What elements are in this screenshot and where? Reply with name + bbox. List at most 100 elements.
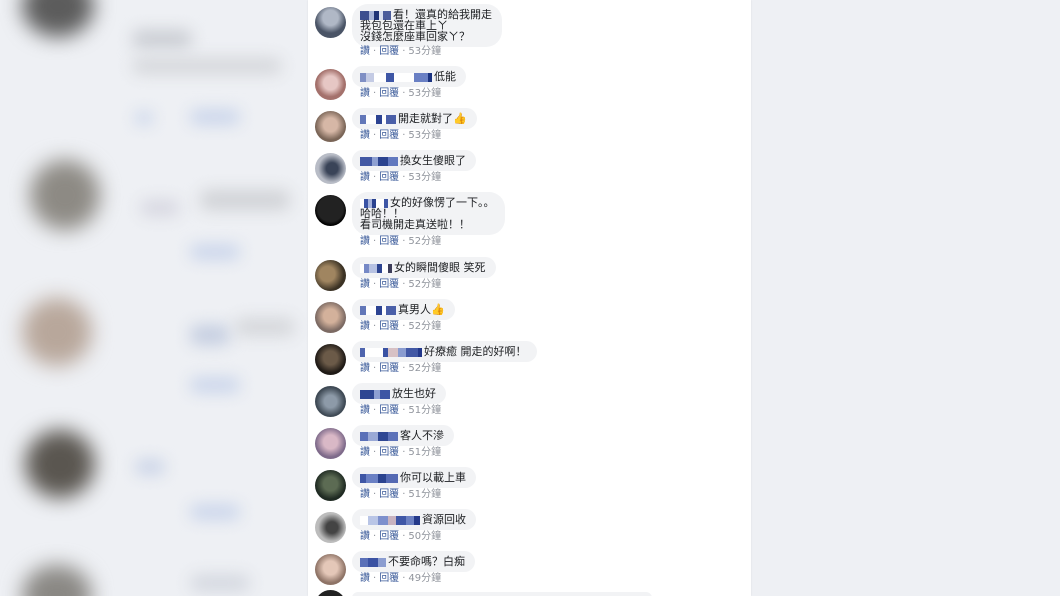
- reply-link[interactable]: 回覆: [379, 531, 399, 542]
- comment-bubble: 不要命嗎？白痴: [352, 551, 475, 572]
- timestamp[interactable]: 49分鐘: [408, 573, 441, 584]
- timestamp[interactable]: 52分鐘: [408, 279, 441, 290]
- commenter-name-blurred[interactable]: [360, 431, 398, 441]
- reply-link[interactable]: 回覆: [379, 405, 399, 416]
- comment-actions: 讚 · 回覆 · 50分鐘: [360, 531, 442, 542]
- commenter-name-blurred[interactable]: [360, 473, 398, 483]
- comment-bubble: 好療癒 開走的好啊！: [352, 341, 537, 362]
- comment-text: 資源回收: [422, 513, 466, 526]
- like-link[interactable]: 讚: [360, 236, 370, 247]
- comment-bubble: 客人不滲: [352, 425, 454, 446]
- avatar[interactable]: [315, 195, 346, 226]
- comment-actions: 讚 · 回覆 · 49分鐘: [360, 573, 442, 584]
- comment-text: 放生也好: [392, 387, 436, 400]
- like-link[interactable]: 讚: [360, 130, 370, 141]
- reply-link[interactable]: 回覆: [379, 130, 399, 141]
- avatar[interactable]: [315, 153, 346, 184]
- comment-actions: 讚 · 回覆 · 52分鐘: [360, 279, 442, 290]
- comment-text: 低能: [434, 70, 456, 83]
- reply-link[interactable]: 回覆: [379, 573, 399, 584]
- comment-text: 看司機開走真送啦！！: [360, 218, 470, 231]
- avatar[interactable]: [315, 512, 346, 543]
- comment-actions: 讚 · 回覆 · 53分鐘: [360, 130, 442, 141]
- avatar[interactable]: [315, 7, 346, 38]
- comment-bubble: 開走就對了👍: [352, 108, 477, 129]
- timestamp[interactable]: 53分鐘: [408, 46, 441, 57]
- reply-link[interactable]: 回覆: [379, 172, 399, 183]
- timestamp[interactable]: 52分鐘: [408, 321, 441, 332]
- reply-link[interactable]: 回覆: [379, 447, 399, 458]
- avatar[interactable]: [315, 302, 346, 333]
- like-link[interactable]: 讚: [360, 172, 370, 183]
- comment-text: 沒錢怎麼座車回家ㄚ？: [360, 30, 470, 43]
- comment-text: 換女生傻眼了: [400, 154, 466, 167]
- commenter-name-blurred[interactable]: [360, 557, 386, 567]
- comment-bubble: 放生也好: [352, 383, 446, 404]
- commenter-name-blurred[interactable]: [360, 389, 390, 399]
- comment-actions: 讚 · 回覆 · 51分鐘: [360, 405, 442, 416]
- comment-actions: 讚 · 回覆 · 53分鐘: [360, 46, 442, 57]
- comment-text: 真男人👍: [398, 303, 445, 316]
- timestamp[interactable]: 53分鐘: [408, 88, 441, 99]
- comment-bubble: 看！還真的給我開走 我包包還在車上ㄚ 沒錢怎麼座車回家ㄚ？: [352, 4, 502, 47]
- reply-link[interactable]: 回覆: [379, 489, 399, 500]
- timestamp[interactable]: 53分鐘: [408, 172, 441, 183]
- comment-text: 女的瞬間傻眼 笑死: [394, 261, 486, 274]
- comment-bubble: 低能: [352, 66, 466, 87]
- reply-link[interactable]: 回覆: [379, 279, 399, 290]
- like-link[interactable]: 讚: [360, 279, 370, 290]
- comment-text: 你可以載上車: [400, 471, 466, 484]
- commenter-name-blurred[interactable]: [360, 114, 396, 124]
- comment-bubble: 換女生傻眼了: [352, 150, 476, 171]
- commenter-name-blurred[interactable]: [360, 515, 420, 525]
- avatar[interactable]: [315, 554, 346, 585]
- like-link[interactable]: 讚: [360, 88, 370, 99]
- comment-bubble: [352, 592, 652, 596]
- commenter-name-blurred[interactable]: [360, 156, 398, 166]
- like-link[interactable]: 讚: [360, 573, 370, 584]
- comment-bubble: 資源回收: [352, 509, 476, 530]
- commenter-name-blurred[interactable]: [360, 263, 392, 273]
- avatar[interactable]: [315, 386, 346, 417]
- like-link[interactable]: 讚: [360, 405, 370, 416]
- like-link[interactable]: 讚: [360, 46, 370, 57]
- comment-bubble: 你可以載上車: [352, 467, 476, 488]
- avatar[interactable]: [315, 344, 346, 375]
- comment-actions: 讚 · 回覆 · 52分鐘: [360, 321, 442, 332]
- avatar[interactable]: [315, 428, 346, 459]
- reply-link[interactable]: 回覆: [379, 363, 399, 374]
- timestamp[interactable]: 53分鐘: [408, 130, 441, 141]
- avatar[interactable]: [315, 470, 346, 501]
- comment-actions: 讚 · 回覆 · 53分鐘: [360, 172, 442, 183]
- comment-bubble: 真男人👍: [352, 299, 455, 320]
- timestamp[interactable]: 51分鐘: [408, 489, 441, 500]
- reply-link[interactable]: 回覆: [379, 46, 399, 57]
- like-link[interactable]: 讚: [360, 447, 370, 458]
- timestamp[interactable]: 52分鐘: [408, 236, 441, 247]
- timestamp[interactable]: 51分鐘: [408, 447, 441, 458]
- comment-actions: 讚 · 回覆 · 52分鐘: [360, 236, 442, 247]
- commenter-name-blurred[interactable]: [360, 305, 396, 315]
- avatar[interactable]: [315, 69, 346, 100]
- comment-actions: 讚 · 回覆 · 53分鐘: [360, 88, 442, 99]
- like-link[interactable]: 讚: [360, 489, 370, 500]
- timestamp[interactable]: 52分鐘: [408, 363, 441, 374]
- like-link[interactable]: 讚: [360, 321, 370, 332]
- avatar[interactable]: [315, 260, 346, 291]
- comment-text: 女的好像愣了一下。。: [390, 196, 495, 209]
- timestamp[interactable]: 51分鐘: [408, 405, 441, 416]
- commenter-name-blurred[interactable]: [360, 347, 422, 357]
- commenter-name-blurred[interactable]: [360, 72, 432, 82]
- reply-link[interactable]: 回覆: [379, 236, 399, 247]
- avatar[interactable]: [315, 590, 346, 596]
- like-link[interactable]: 讚: [360, 363, 370, 374]
- avatar[interactable]: [315, 111, 346, 142]
- comment-text: 不要命嗎？白痴: [388, 555, 465, 568]
- comment-text: 客人不滲: [400, 429, 444, 442]
- reply-link[interactable]: 回覆: [379, 321, 399, 332]
- timestamp[interactable]: 50分鐘: [408, 531, 441, 542]
- comment-actions: 讚 · 回覆 · 51分鐘: [360, 489, 442, 500]
- comment-actions: 讚 · 回覆 · 52分鐘: [360, 363, 442, 374]
- reply-link[interactable]: 回覆: [379, 88, 399, 99]
- like-link[interactable]: 讚: [360, 531, 370, 542]
